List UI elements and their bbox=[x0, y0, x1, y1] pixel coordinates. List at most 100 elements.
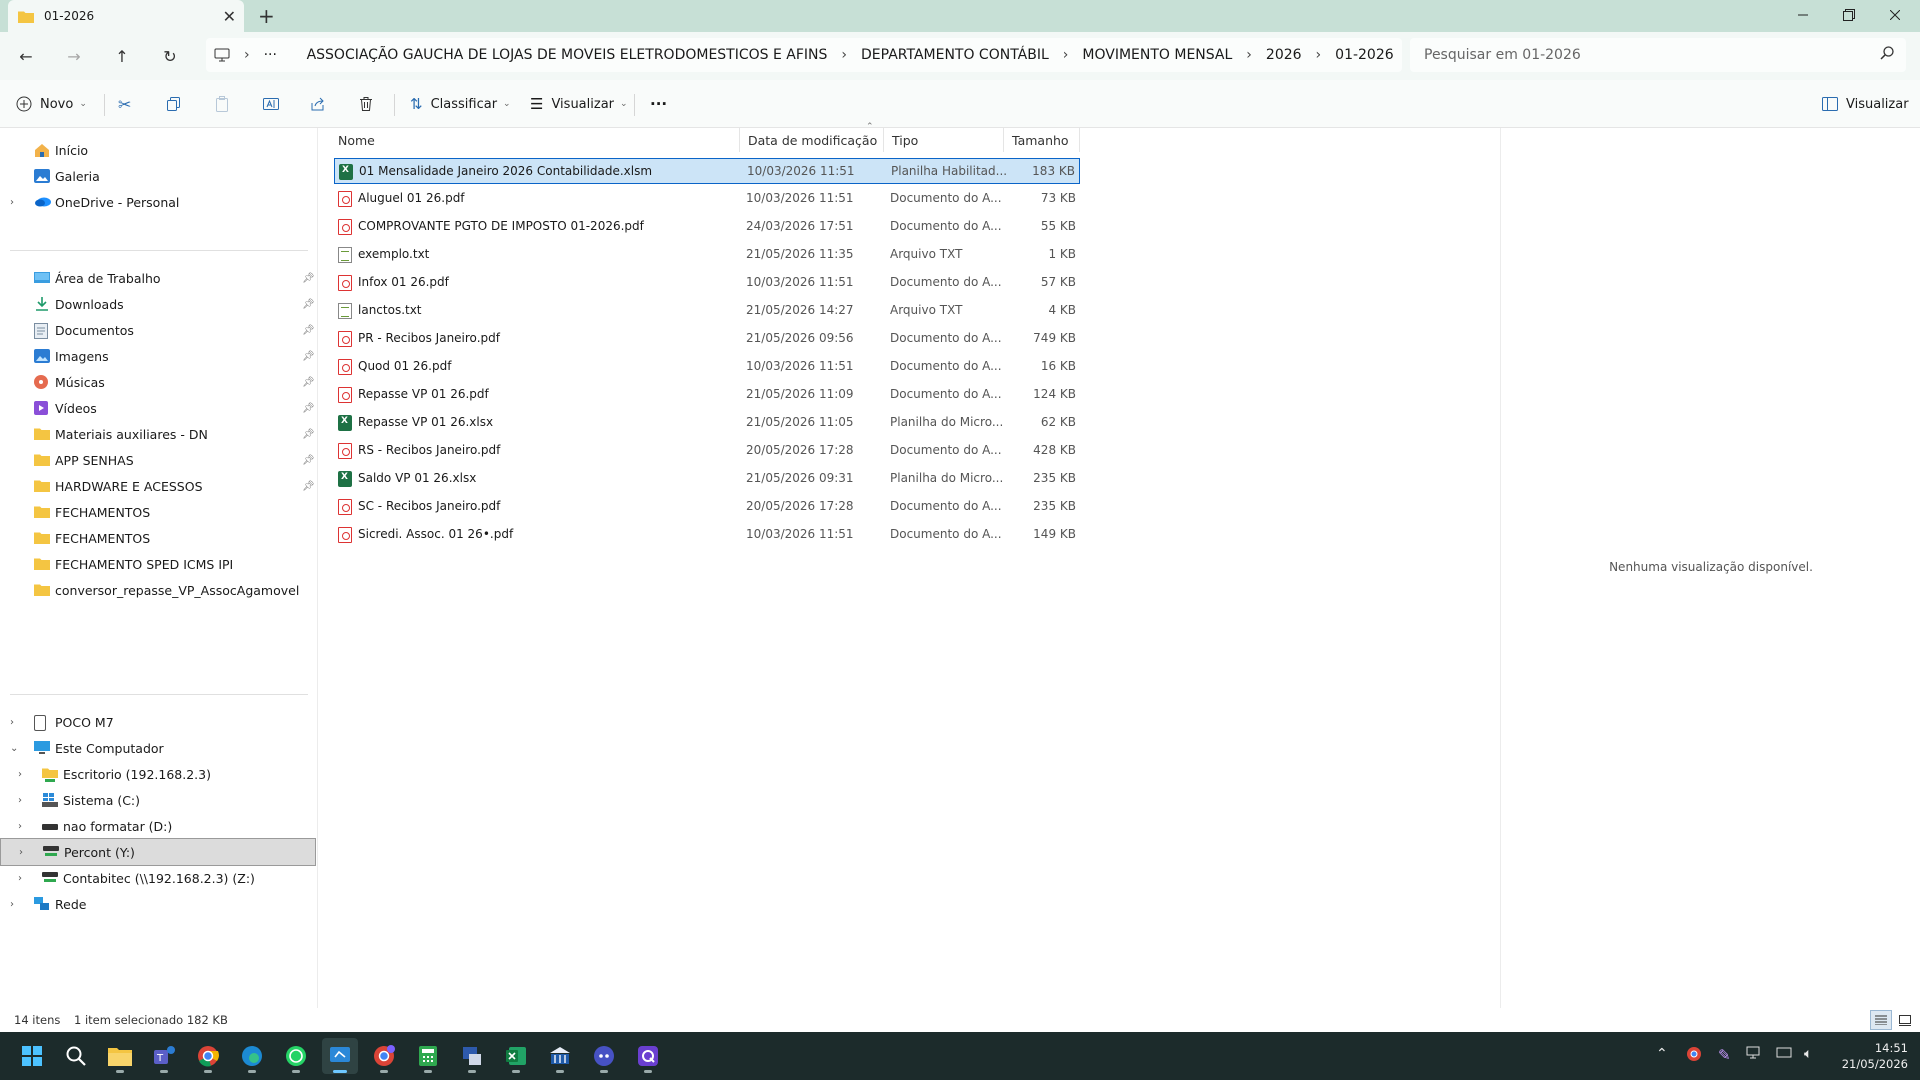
chevron-right-icon[interactable]: › bbox=[841, 47, 847, 63]
details-view-button[interactable] bbox=[1870, 1010, 1892, 1030]
more-options-button[interactable]: ··· bbox=[650, 92, 667, 116]
file-row[interactable]: Sicredi. Assoc. 01 26•.pdf 10/03/2026 11:… bbox=[334, 522, 1080, 548]
display-tray-icon[interactable] bbox=[1776, 1046, 1794, 1063]
start-icon[interactable] bbox=[14, 1038, 50, 1074]
breadcrumb-year[interactable]: 2026 bbox=[1266, 47, 1302, 63]
sidebar-item[interactable]: FECHAMENTOS bbox=[0, 524, 316, 552]
calculator-icon[interactable] bbox=[410, 1038, 446, 1074]
sidebar-item[interactable]: › Rede bbox=[0, 890, 316, 918]
breadcrumb-association[interactable]: ASSOCIAÇÃO GAUCHA DE LOJAS DE MOVEIS ELE… bbox=[307, 47, 828, 63]
column-type[interactable]: Tipo bbox=[884, 128, 1004, 152]
network-status-icon[interactable] bbox=[1746, 1046, 1764, 1063]
sidebar-item[interactable]: Vídeos 📌︎ bbox=[0, 394, 316, 422]
government-app-icon[interactable] bbox=[542, 1038, 578, 1074]
sidebar-item[interactable]: › POCO M7 bbox=[0, 708, 316, 736]
file-row[interactable]: RS - Recibos Janeiro.pdf 20/05/2026 17:28… bbox=[334, 438, 1080, 464]
chevron-right-icon[interactable]: › bbox=[1246, 47, 1252, 63]
chevron-right-icon[interactable]: › bbox=[244, 47, 250, 63]
address-bar[interactable]: › ··· › ASSOCIAÇÃO GAUCHA DE LOJAS DE MO… bbox=[206, 38, 1402, 72]
chevron-right-icon[interactable]: › bbox=[18, 873, 22, 884]
breadcrumb-current[interactable]: 01-2026 bbox=[1335, 47, 1394, 63]
chevron-right-icon[interactable]: › bbox=[1316, 47, 1322, 63]
chevron-right-icon[interactable]: › bbox=[1063, 47, 1069, 63]
sidebar-item[interactable]: Início bbox=[0, 136, 316, 164]
preview-pane-button[interactable]: Visualizar bbox=[1822, 92, 1909, 116]
file-row[interactable]: PR - Recibos Janeiro.pdf 21/05/2026 09:56… bbox=[334, 326, 1080, 352]
file-row[interactable]: Repasse VP 01 26.pdf 21/05/2026 11:09 Docu… bbox=[334, 382, 1080, 408]
column-size[interactable]: Tamanho bbox=[1004, 128, 1080, 152]
chevron-down-icon[interactable]: ⌄ bbox=[10, 743, 18, 754]
chevron-right-icon[interactable]: › bbox=[18, 769, 22, 780]
new-tab-button[interactable]: + bbox=[258, 4, 275, 28]
chrome-icon[interactable] bbox=[190, 1038, 226, 1074]
sort-button[interactable]: ⇅ Classificar ⌄ bbox=[410, 92, 511, 116]
sidebar-item[interactable]: Músicas 📌︎ bbox=[0, 368, 316, 396]
file-row[interactable]: Aluguel 01 26.pdf 10/03/2026 11:51 Documen… bbox=[334, 186, 1080, 212]
discord-icon[interactable] bbox=[586, 1038, 622, 1074]
chrome-tray-icon[interactable] bbox=[1686, 1046, 1702, 1065]
file-row[interactable]: Quod 01 26.pdf 10/03/2026 11:51 Documento … bbox=[334, 354, 1080, 380]
chevron-right-icon[interactable]: › bbox=[10, 197, 14, 208]
chevron-right-icon[interactable]: › bbox=[10, 899, 14, 910]
chevron-right-icon[interactable]: › bbox=[10, 717, 14, 728]
sidebar-item[interactable]: Galeria bbox=[0, 162, 316, 190]
breadcrumb-overflow[interactable]: ··· bbox=[264, 47, 277, 63]
file-row[interactable]: COMPROVANTE PGTO DE IMPOSTO 01-2026.pdf 2… bbox=[334, 214, 1080, 240]
pen-tray-icon[interactable]: ✎ bbox=[1718, 1046, 1731, 1064]
sidebar-item[interactable]: Documentos 📌︎ bbox=[0, 316, 316, 344]
sidebar-item[interactable]: › Contabitec (\\192.168.2.3) (Z:) bbox=[0, 864, 316, 892]
file-row[interactable]: Repasse VP 01 26.xlsx 21/05/2026 11:05 Pla… bbox=[334, 410, 1080, 436]
file-row[interactable]: Infox 01 26.pdf 10/03/2026 11:51 Documento… bbox=[334, 270, 1080, 296]
tax-program-icon[interactable] bbox=[454, 1038, 490, 1074]
volume-icon[interactable]: 🔈︎ bbox=[1804, 1046, 1812, 1062]
minimize-button[interactable] bbox=[1780, 0, 1826, 30]
cut-button[interactable]: ✂ bbox=[118, 92, 131, 116]
clock[interactable]: 14:51 21/05/2026 bbox=[1842, 1040, 1908, 1072]
excel-icon[interactable] bbox=[498, 1038, 534, 1074]
forward-button[interactable]: → bbox=[62, 44, 86, 68]
chrome-profile-icon[interactable] bbox=[366, 1038, 402, 1074]
sidebar-item[interactable]: › Sistema (C:) bbox=[0, 786, 316, 814]
sidebar-item[interactable]: Materiais auxiliares - DN 📌︎ bbox=[0, 420, 316, 448]
sidebar-item[interactable]: Downloads 📌︎ bbox=[0, 290, 316, 318]
sidebar-item[interactable]: ⌄ Este Computador bbox=[0, 734, 316, 762]
breadcrumb-monthly[interactable]: MOVIMENTO MENSAL bbox=[1082, 47, 1232, 63]
paste-button[interactable] bbox=[214, 92, 230, 116]
sidebar-item[interactable]: › nao formatar (D:) bbox=[0, 812, 316, 840]
search-input[interactable]: Pesquisar em 01-2026 bbox=[1410, 38, 1906, 72]
remote-desktop-icon[interactable] bbox=[322, 1038, 358, 1074]
breadcrumb-department[interactable]: DEPARTAMENTO CONTÁBIL bbox=[861, 47, 1049, 63]
sidebar-item[interactable]: HARDWARE E ACESSOS 📌︎ bbox=[0, 472, 316, 500]
teams-icon[interactable]: T bbox=[146, 1038, 182, 1074]
up-button[interactable]: ↑ bbox=[110, 44, 134, 68]
sidebar-item[interactable]: FECHAMENTO SPED ICMS IPI bbox=[0, 550, 316, 578]
computer-icon[interactable] bbox=[214, 48, 230, 62]
close-tab-icon[interactable]: ✕ bbox=[223, 7, 236, 26]
chevron-right-icon[interactable]: › bbox=[18, 795, 22, 806]
file-row[interactable]: SC - Recibos Janeiro.pdf 20/05/2026 17:28… bbox=[334, 494, 1080, 520]
file-explorer-icon[interactable] bbox=[102, 1038, 138, 1074]
large-icons-view-button[interactable] bbox=[1894, 1010, 1916, 1030]
sidebar-item[interactable]: Área de Trabalho 📌︎ bbox=[0, 264, 316, 292]
column-name[interactable]: Nome bbox=[330, 128, 740, 152]
maximize-button[interactable] bbox=[1826, 0, 1872, 30]
view-button[interactable]: ☰ Visualizar ⌄ bbox=[530, 92, 628, 116]
file-row[interactable]: lanctos.txt 21/05/2026 14:27 Arquivo TXT 4 … bbox=[334, 298, 1080, 324]
edge-icon[interactable] bbox=[234, 1038, 270, 1074]
chevron-right-icon[interactable]: › bbox=[19, 847, 23, 858]
sidebar-item[interactable]: › Escritorio (192.168.2.3) bbox=[0, 760, 316, 788]
refresh-button[interactable]: ↻ bbox=[158, 44, 182, 68]
sidebar-item[interactable]: FECHAMENTOS bbox=[0, 498, 316, 526]
chevron-right-icon[interactable]: › bbox=[18, 821, 22, 832]
delete-button[interactable] bbox=[358, 92, 374, 116]
sidebar-item[interactable]: › OneDrive - Personal bbox=[0, 188, 316, 216]
column-date[interactable]: Data de modificação bbox=[740, 128, 884, 152]
close-window-button[interactable] bbox=[1872, 0, 1918, 30]
share-button[interactable] bbox=[310, 92, 326, 116]
back-button[interactable]: ← bbox=[14, 44, 38, 68]
file-row[interactable]: Saldo VP 01 26.xlsx 21/05/2026 09:31 Plani… bbox=[334, 466, 1080, 492]
sidebar-item[interactable]: Imagens 📌︎ bbox=[0, 342, 316, 370]
file-row[interactable]: exemplo.txt 21/05/2026 11:35 Arquivo TXT 1 … bbox=[334, 242, 1080, 268]
chevron-up-icon[interactable]: ⌃ bbox=[1656, 1046, 1668, 1062]
new-button[interactable]: Novo ⌄ bbox=[16, 92, 87, 116]
